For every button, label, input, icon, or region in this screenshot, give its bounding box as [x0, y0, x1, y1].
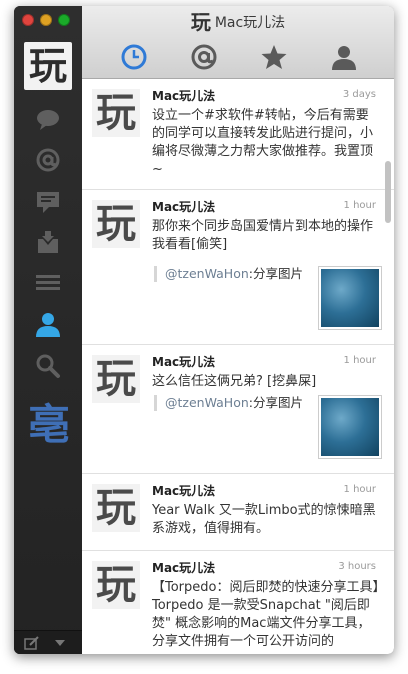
title-logo: 玩: [190, 10, 211, 34]
tweet-avatar[interactable]: 玩: [92, 484, 140, 532]
sidebar-item-timeline[interactable]: [32, 106, 64, 134]
quote-text: :分享图片: [248, 266, 303, 281]
window-title-text: Mac玩儿法: [214, 15, 286, 31]
tab-bar: [82, 40, 394, 74]
tweet-text: 这么信任这俩兄弟? [挖鼻屎]: [152, 374, 317, 389]
person-icon: [332, 46, 356, 70]
tweet-item[interactable]: 玩 Mac玩儿法 3 hours 【Torpedo：阅后即焚的快速分享工具】To…: [82, 551, 394, 654]
tweet-author[interactable]: Mac玩儿法: [152, 87, 215, 104]
quote-user-link[interactable]: @tzenWaHon: [165, 266, 249, 281]
tweet-time: 3 days: [342, 89, 376, 100]
search-icon: [36, 354, 60, 378]
tweet-time: 1 hour: [343, 484, 376, 495]
quote-text: :分享图片: [248, 395, 303, 410]
tweet-text: 【Torpedo：阅后即焚的快速分享工具】Torpedo 是一款受Snapcha…: [152, 580, 379, 649]
at-icon: [36, 148, 60, 172]
tweet-avatar[interactable]: 玩: [92, 89, 140, 137]
tweet-avatar[interactable]: 玩: [92, 355, 140, 403]
sidebar-item-search[interactable]: [32, 352, 64, 380]
at-icon: [191, 44, 217, 70]
tweet-time: 3 hours: [338, 561, 376, 572]
zoom-window-button[interactable]: [58, 14, 70, 26]
tweet-item[interactable]: 玩 Mac玩儿法 1 hour Year Walk 又一款Limbo式的惊悚暗黑…: [82, 474, 394, 551]
shared-image-thumbnail[interactable]: [318, 266, 382, 330]
tab-timeline[interactable]: [116, 40, 152, 74]
star-icon: [261, 45, 287, 69]
profile-icon: [36, 313, 60, 337]
tweet-author[interactable]: Mac玩儿法: [152, 198, 215, 215]
brand-mark: 亳: [27, 399, 70, 449]
tweet-avatar-logo: 玩: [96, 201, 136, 247]
sidebar-item-mentions[interactable]: [32, 146, 64, 174]
account-avatar[interactable]: 玩: [24, 42, 72, 90]
tweet-author[interactable]: Mac玩儿法: [152, 559, 215, 576]
tab-mentions[interactable]: [186, 40, 222, 74]
tab-favorites[interactable]: [256, 40, 292, 74]
tweet-author[interactable]: Mac玩儿法: [152, 353, 215, 370]
inbox-icon: [38, 231, 58, 253]
tweet-avatar-logo: 玩: [96, 562, 136, 608]
tweet-avatar-logo: 玩: [96, 485, 136, 531]
chat-bubble-icon: [37, 110, 59, 130]
window-title: 玩 Mac玩儿法: [82, 12, 394, 32]
tweet-time: 1 hour: [343, 200, 376, 211]
sidebar: 玩 亳: [14, 6, 82, 654]
retweet-quote[interactable]: @tzenWaHon:分享图片: [154, 266, 303, 282]
feed-scrollbar[interactable]: [385, 161, 391, 223]
main-panel: 玩 Mac玩儿法 玩 Mac玩儿法 3 days 设立一个#求软件#转帖，今后有…: [82, 6, 394, 654]
compose-icon[interactable]: [24, 636, 40, 650]
sidebar-bottom-bar: [14, 630, 82, 654]
title-bar: 玩 Mac玩儿法: [82, 6, 394, 79]
tweet-text: Year Walk 又一款Limbo式的惊悚暗黑系游戏，值得拥有。: [152, 503, 376, 536]
tweet-avatar[interactable]: 玩: [92, 200, 140, 248]
app-window: 玩 亳 玩 Mac玩儿法 玩 Mac玩儿法 3 days 设立一个#求软件#转帖…: [14, 6, 394, 654]
sidebar-item-lists[interactable]: [32, 268, 64, 296]
clock-icon: [121, 44, 147, 70]
minimize-window-button[interactable]: [40, 14, 52, 26]
tweet-item[interactable]: 玩 Mac玩儿法 3 days 设立一个#求软件#转帖，今后有需要的同学可以直接…: [82, 79, 394, 190]
tweet-avatar[interactable]: 玩: [92, 561, 140, 609]
sidebar-item-profile[interactable]: [32, 310, 64, 338]
retweet-quote[interactable]: @tzenWaHon:分享图片: [154, 395, 303, 411]
close-window-button[interactable]: [22, 14, 34, 26]
sidebar-item-inbox[interactable]: [32, 228, 64, 256]
sidebar-item-messages[interactable]: [32, 188, 64, 216]
tweet-time: 1 hour: [343, 355, 376, 366]
timeline-feed[interactable]: 玩 Mac玩儿法 3 days 设立一个#求软件#转帖，今后有需要的同学可以直接…: [82, 79, 394, 654]
tweet-avatar-logo: 玩: [96, 356, 136, 402]
chevron-down-icon[interactable]: [54, 639, 66, 647]
tweet-item[interactable]: 玩 Mac玩儿法 1 hour 这么信任这俩兄弟? [挖鼻屎] @tzenWaH…: [82, 345, 394, 474]
shared-image-thumbnail[interactable]: [318, 395, 382, 459]
tweet-author[interactable]: Mac玩儿法: [152, 482, 215, 499]
messages-icon: [37, 192, 59, 213]
tweet-text: 设立一个#求软件#转帖，今后有需要的同学可以直接转发此贴进行提问，小编将尽微薄之…: [152, 108, 374, 177]
tweet-avatar-logo: 玩: [96, 90, 136, 136]
tweet-text: 那你来个同步岛国爱情片到本地的操作我看看[偷笑]: [152, 219, 374, 252]
lists-icon: [36, 275, 60, 290]
tweet-item[interactable]: 玩 Mac玩儿法 1 hour 那你来个同步岛国爱情片到本地的操作我看看[偷笑]…: [82, 190, 394, 345]
tab-profile[interactable]: [326, 40, 362, 74]
account-avatar-logo: 玩: [28, 44, 67, 88]
quote-user-link[interactable]: @tzenWaHon: [165, 395, 249, 410]
